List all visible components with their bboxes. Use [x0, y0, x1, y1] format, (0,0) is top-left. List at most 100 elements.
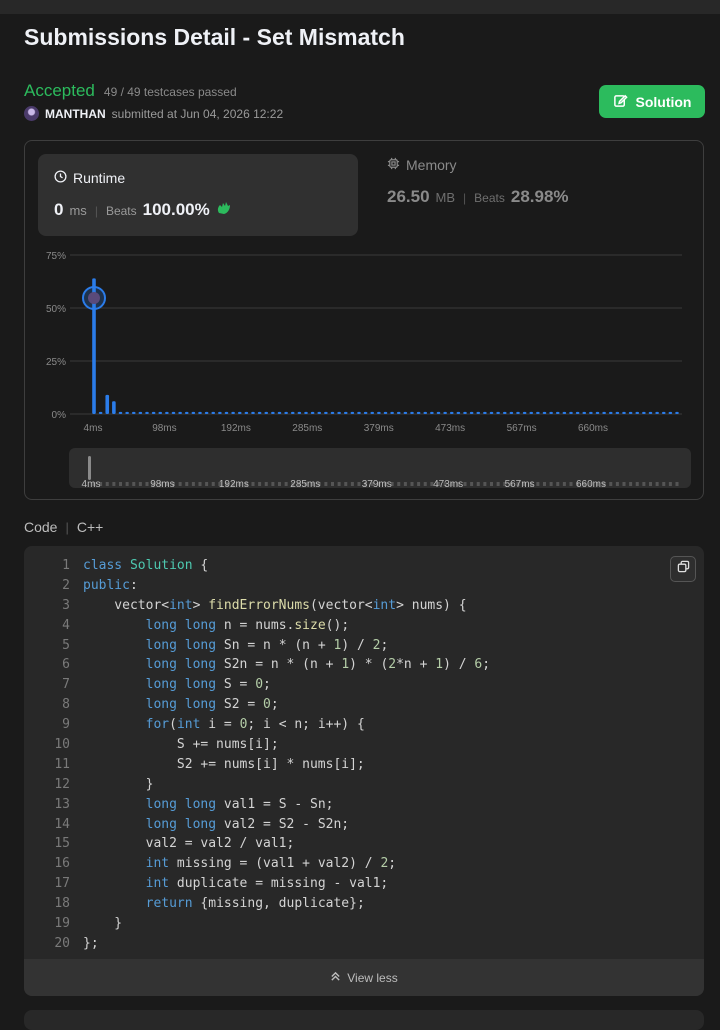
- code-line: 14 long long val2 = S2 - S2n;: [24, 815, 490, 835]
- chart-bar: [542, 411, 547, 414]
- chart-bar: [655, 411, 659, 414]
- chart-bar: [218, 411, 222, 414]
- line-number: 17: [54, 876, 70, 892]
- chart-bar: [370, 411, 375, 414]
- line-number: 18: [54, 896, 70, 912]
- chart-bar: [178, 411, 182, 414]
- chart-bar: [98, 411, 103, 414]
- code-text: }: [83, 776, 154, 792]
- slider-bar: [397, 482, 401, 486]
- divider: |: [94, 204, 98, 218]
- line-number: 16: [54, 856, 70, 872]
- slider-bar: [119, 482, 122, 486]
- status-accepted: Accepted: [24, 81, 95, 100]
- slider-bar: [649, 482, 652, 486]
- chart-bar: [410, 411, 414, 414]
- slider-tick-label: 192ms: [219, 479, 249, 490]
- chart-bar: [377, 411, 381, 414]
- slider-bar: [403, 482, 407, 486]
- username[interactable]: MANTHAN: [45, 107, 106, 121]
- code-text: val2 = val2 / val1;: [83, 836, 295, 852]
- avatar[interactable]: [24, 106, 39, 121]
- chart-bar: [383, 411, 388, 414]
- chart-bar: [562, 411, 567, 414]
- code-line: 12 }: [24, 775, 490, 795]
- copy-button[interactable]: [670, 556, 696, 582]
- runtime-distribution-chart[interactable]: 75% 50% 25% 0% 4ms 98ms 192ms 285ms 379ms 473ms 56…: [25, 246, 703, 496]
- chart-bar: [529, 411, 534, 414]
- slider-bar: [490, 482, 493, 486]
- chart-bar: [138, 411, 143, 414]
- runtime-value: 0: [54, 200, 64, 219]
- chart-bar: [271, 411, 275, 414]
- slider-tick-label: 379ms: [362, 479, 392, 490]
- chart-bar: [403, 411, 408, 414]
- line-number: 20: [54, 935, 70, 951]
- divider: |: [65, 519, 69, 535]
- runtime-beats-label: Beats: [105, 204, 137, 218]
- chart-bar: [589, 411, 593, 414]
- solution-button[interactable]: Solution: [599, 85, 705, 118]
- slider-bar: [662, 482, 666, 486]
- slider-bar: [198, 482, 202, 486]
- chart-bar: [158, 411, 163, 414]
- x-tick-label: 285ms: [292, 423, 322, 434]
- chart-bar: [198, 411, 202, 414]
- chart-bar: [416, 411, 421, 414]
- code-block: 1 class Solution {2 public: 3 vector<int> f…: [24, 546, 704, 996]
- submitted-at: submitted at Jun 04, 2026 12:22: [111, 106, 284, 121]
- slider-tick-label: 98ms: [150, 479, 174, 490]
- divider: |: [463, 191, 467, 205]
- chart-bar: [251, 411, 255, 414]
- chart-bar: [456, 411, 461, 414]
- slider-bar: [668, 482, 672, 486]
- slider-tick-label: 473ms: [433, 479, 463, 490]
- language-label: C++: [76, 519, 104, 535]
- runtime-panel[interactable]: Runtime 0 ms | Beats 100.00%: [38, 154, 358, 236]
- chart-bar: [204, 411, 209, 414]
- chart-bar: [516, 411, 520, 414]
- slider-bar: [331, 482, 334, 486]
- chart-bar: [602, 411, 606, 414]
- slider-handle: [88, 456, 91, 480]
- runtime-label: Runtime: [73, 170, 126, 186]
- slider-bar: [536, 482, 540, 486]
- y-tick-label: 0%: [52, 410, 67, 421]
- slider-bar: [549, 482, 553, 486]
- y-tick-label: 25%: [46, 357, 66, 368]
- x-tick-label: 192ms: [221, 423, 251, 434]
- view-less-button[interactable]: View less: [24, 959, 704, 996]
- chart-bar: [648, 411, 653, 414]
- chart-bar: [244, 411, 249, 414]
- code-text: return {missing, duplicate};: [145, 896, 365, 912]
- code-line: 18 return {missing, duplicate};: [24, 894, 490, 914]
- chart-bar: [277, 411, 282, 414]
- chart-bar: [330, 411, 335, 414]
- slider-bar: [105, 482, 109, 486]
- chart-bar: [350, 411, 355, 414]
- chart-bar: [264, 411, 269, 414]
- code-text: long long S2 = 0;: [145, 697, 279, 713]
- chart-bar: [337, 411, 341, 414]
- chart-bar: [628, 411, 633, 414]
- slider-bar: [271, 482, 275, 486]
- memory-unit: MB: [435, 190, 456, 205]
- chart-bar: [595, 411, 600, 414]
- performance-card: Runtime 0 ms | Beats 100.00% Memory 26.5…: [24, 140, 704, 500]
- line-number: 7: [62, 677, 70, 693]
- chart-bar: [165, 411, 169, 414]
- code-lines[interactable]: 1 class Solution {2 public: 3 vector<int> f…: [24, 556, 490, 954]
- x-tick-label: 660ms: [578, 423, 608, 434]
- chart-bar: [290, 411, 295, 414]
- y-tick-label: 50%: [46, 304, 66, 315]
- code-text: int duplicate = missing - val1;: [145, 876, 389, 892]
- code-text: S2 += nums[i] * nums[i];: [83, 756, 365, 772]
- slider-bar: [337, 482, 341, 486]
- chart-bar: [661, 411, 666, 414]
- chart-bar: [297, 411, 302, 414]
- chart-bar: [642, 411, 646, 414]
- slider-bar: [615, 482, 619, 486]
- line-number: 10: [54, 737, 70, 753]
- slider-bar: [357, 482, 361, 486]
- chart-bar: [343, 411, 348, 414]
